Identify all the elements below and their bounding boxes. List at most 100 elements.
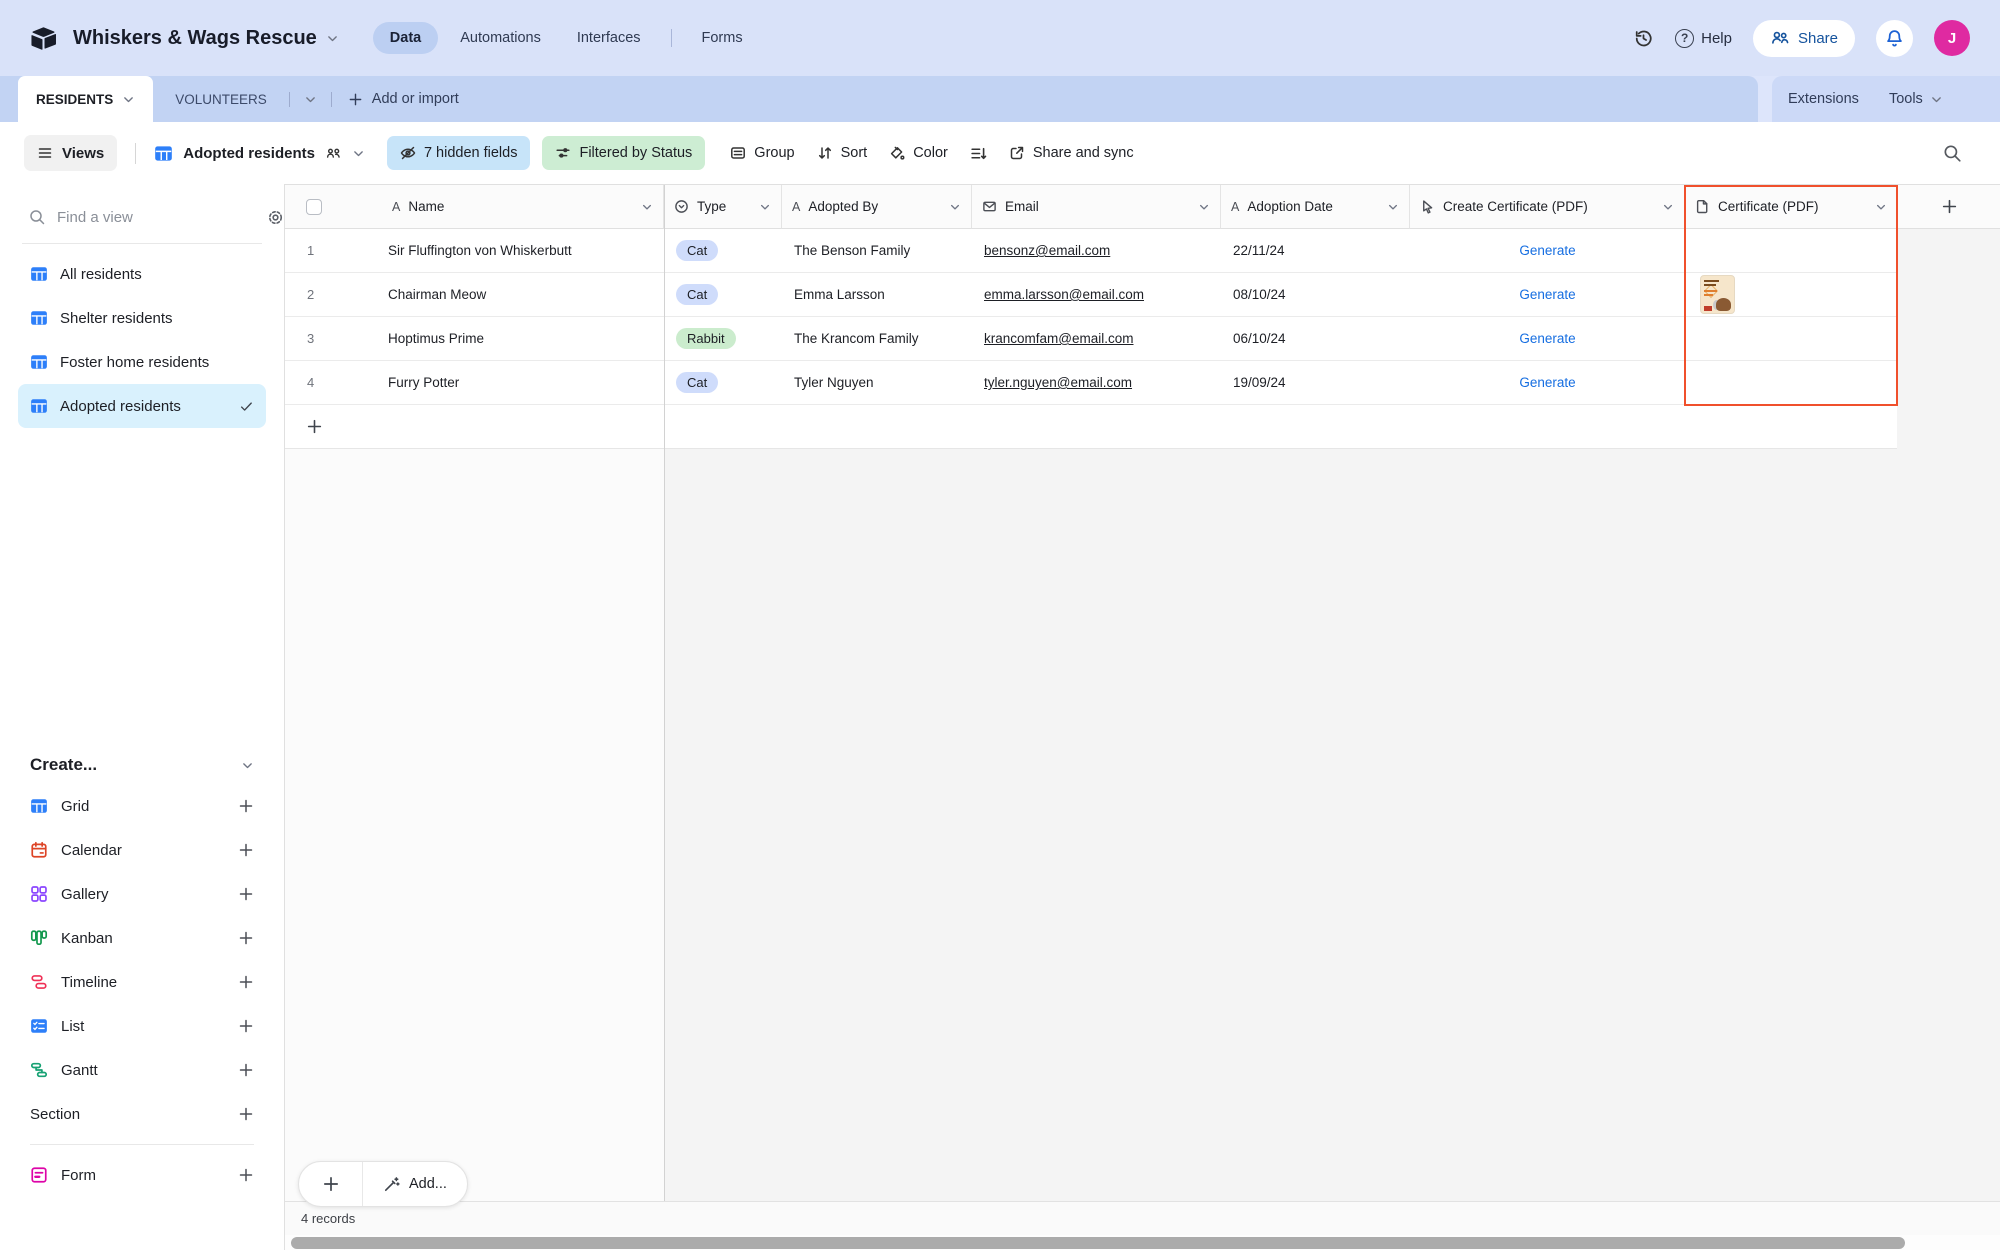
- add-record-button[interactable]: [299, 1162, 362, 1206]
- add-view-button[interactable]: [238, 930, 254, 946]
- tools-button[interactable]: Tools: [1889, 91, 1943, 107]
- table-list-chevron-button[interactable]: [290, 93, 331, 106]
- add-view-button[interactable]: [238, 974, 254, 990]
- user-avatar[interactable]: J: [1934, 20, 1970, 56]
- chevron-down-icon[interactable]: [949, 201, 961, 213]
- column-header-adopted-by[interactable]: A Adopted By: [782, 185, 972, 229]
- create-gantt-item[interactable]: Gantt: [18, 1048, 266, 1092]
- adopted-by-cell[interactable]: Tyler Nguyen: [782, 361, 972, 404]
- search-records-button[interactable]: [1942, 143, 1962, 163]
- nav-tab-data[interactable]: Data: [372, 22, 439, 54]
- horizontal-scrollbar-thumb[interactable]: [291, 1237, 1905, 1249]
- create-gallery-item[interactable]: Gallery: [18, 872, 266, 916]
- tab-residents[interactable]: RESIDENTS: [18, 76, 154, 122]
- add-or-import-button[interactable]: Add or import: [332, 91, 475, 107]
- add-view-button[interactable]: [238, 842, 254, 858]
- group-button[interactable]: Group: [719, 136, 805, 170]
- generate-button[interactable]: Generate: [1519, 287, 1575, 302]
- sidebar-view-all-residents[interactable]: All residents: [18, 252, 266, 296]
- name-cell[interactable]: Furry Potter: [370, 361, 664, 404]
- add-view-button[interactable]: [238, 798, 254, 814]
- sidebar-view-foster-home-residents[interactable]: Foster home residents: [18, 340, 266, 384]
- type-cell[interactable]: Cat: [664, 229, 782, 272]
- create-list-item[interactable]: List: [18, 1004, 266, 1048]
- email-link[interactable]: krancomfam@email.com: [984, 331, 1134, 346]
- name-cell[interactable]: Hoptimus Prime: [370, 317, 664, 360]
- sort-button[interactable]: Sort: [806, 136, 879, 170]
- email-link[interactable]: bensonz@email.com: [984, 243, 1110, 258]
- filter-button[interactable]: Filtered by Status: [542, 136, 706, 170]
- generate-button[interactable]: Generate: [1519, 243, 1575, 258]
- type-cell[interactable]: Rabbit: [664, 317, 782, 360]
- adopted-by-cell[interactable]: Emma Larsson: [782, 273, 972, 316]
- chevron-down-icon[interactable]: [1198, 201, 1210, 213]
- add-view-button[interactable]: [238, 1106, 254, 1122]
- column-header-email[interactable]: Email: [972, 185, 1221, 229]
- chevron-down-icon[interactable]: [641, 201, 653, 213]
- views-toggle-button[interactable]: Views: [24, 135, 118, 171]
- adoption-date-cell[interactable]: 19/09/24: [1221, 361, 1410, 404]
- type-cell[interactable]: Cat: [664, 361, 782, 404]
- create-certificate-cell[interactable]: Generate: [1410, 317, 1685, 360]
- add-view-button[interactable]: [238, 1167, 254, 1183]
- email-cell[interactable]: emma.larsson@email.com: [972, 273, 1221, 316]
- chevron-down-icon[interactable]: [1387, 201, 1399, 213]
- email-cell[interactable]: krancomfam@email.com: [972, 317, 1221, 360]
- generate-button[interactable]: Generate: [1519, 331, 1575, 346]
- extensions-button[interactable]: Extensions: [1788, 91, 1859, 107]
- history-button[interactable]: [1633, 28, 1654, 49]
- row-number[interactable]: 2: [285, 273, 370, 316]
- notifications-button[interactable]: [1876, 19, 1913, 57]
- gear-icon[interactable]: [267, 209, 284, 226]
- create-form-item[interactable]: Form: [18, 1153, 266, 1197]
- help-button[interactable]: ? Help: [1675, 28, 1732, 48]
- column-header-type[interactable]: Type: [664, 185, 782, 229]
- generate-button[interactable]: Generate: [1519, 375, 1575, 390]
- add-field-cell[interactable]: [1898, 185, 2000, 229]
- create-certificate-cell[interactable]: Generate: [1410, 361, 1685, 404]
- name-cell[interactable]: Chairman Meow: [370, 273, 664, 316]
- create-section-item[interactable]: Section: [18, 1092, 266, 1136]
- column-header-name[interactable]: A Name: [370, 185, 664, 229]
- select-all-checkbox[interactable]: [306, 198, 322, 215]
- row-height-button[interactable]: [959, 136, 998, 170]
- workspace-title[interactable]: Whiskers & Wags Rescue: [73, 27, 339, 50]
- email-cell[interactable]: tyler.nguyen@email.com: [972, 361, 1221, 404]
- row-number[interactable]: 3: [285, 317, 370, 360]
- nav-tab-automations[interactable]: Automations: [446, 22, 555, 54]
- add-view-button[interactable]: [238, 1018, 254, 1034]
- create-grid-item[interactable]: Grid: [18, 784, 266, 828]
- hidden-fields-button[interactable]: 7 hidden fields: [386, 136, 531, 170]
- sidebar-view-shelter-residents[interactable]: Shelter residents: [18, 296, 266, 340]
- adoption-date-cell[interactable]: 06/10/24: [1221, 317, 1410, 360]
- create-timeline-item[interactable]: Timeline: [18, 960, 266, 1004]
- adopted-by-cell[interactable]: The Benson Family: [782, 229, 972, 272]
- add-with-ai-button[interactable]: Add...: [363, 1162, 467, 1206]
- share-button[interactable]: Share: [1752, 19, 1855, 57]
- share-and-sync-button[interactable]: Share and sync: [998, 136, 1145, 170]
- chevron-down-icon[interactable]: [759, 201, 771, 213]
- type-cell[interactable]: Cat: [664, 273, 782, 316]
- chevron-down-icon[interactable]: [1662, 201, 1674, 213]
- email-cell[interactable]: bensonz@email.com: [972, 229, 1221, 272]
- column-header-create-certificate[interactable]: Create Certificate (PDF): [1410, 185, 1685, 229]
- email-link[interactable]: emma.larsson@email.com: [984, 287, 1144, 302]
- name-cell[interactable]: Sir Fluffington von Whiskerbutt: [370, 229, 664, 272]
- create-certificate-cell[interactable]: Generate: [1410, 229, 1685, 272]
- find-view-input[interactable]: [57, 208, 256, 226]
- color-button[interactable]: Color: [878, 136, 959, 170]
- add-view-button[interactable]: [238, 1062, 254, 1078]
- add-record-row[interactable]: [285, 405, 1897, 449]
- sidebar-view-adopted-residents[interactable]: Adopted residents: [18, 384, 266, 428]
- adoption-date-cell[interactable]: 08/10/24: [1221, 273, 1410, 316]
- adoption-date-cell[interactable]: 22/11/24: [1221, 229, 1410, 272]
- row-number[interactable]: 1: [285, 229, 370, 272]
- create-section-header[interactable]: Create...: [18, 746, 266, 784]
- email-link[interactable]: tyler.nguyen@email.com: [984, 375, 1132, 390]
- tab-volunteers[interactable]: VOLUNTEERS: [153, 92, 289, 107]
- create-calendar-item[interactable]: Calendar: [18, 828, 266, 872]
- row-number[interactable]: 4: [285, 361, 370, 404]
- create-certificate-cell[interactable]: Generate: [1410, 273, 1685, 316]
- column-header-adoption-date[interactable]: A Adoption Date: [1221, 185, 1410, 229]
- nav-tab-interfaces[interactable]: Interfaces: [563, 22, 655, 54]
